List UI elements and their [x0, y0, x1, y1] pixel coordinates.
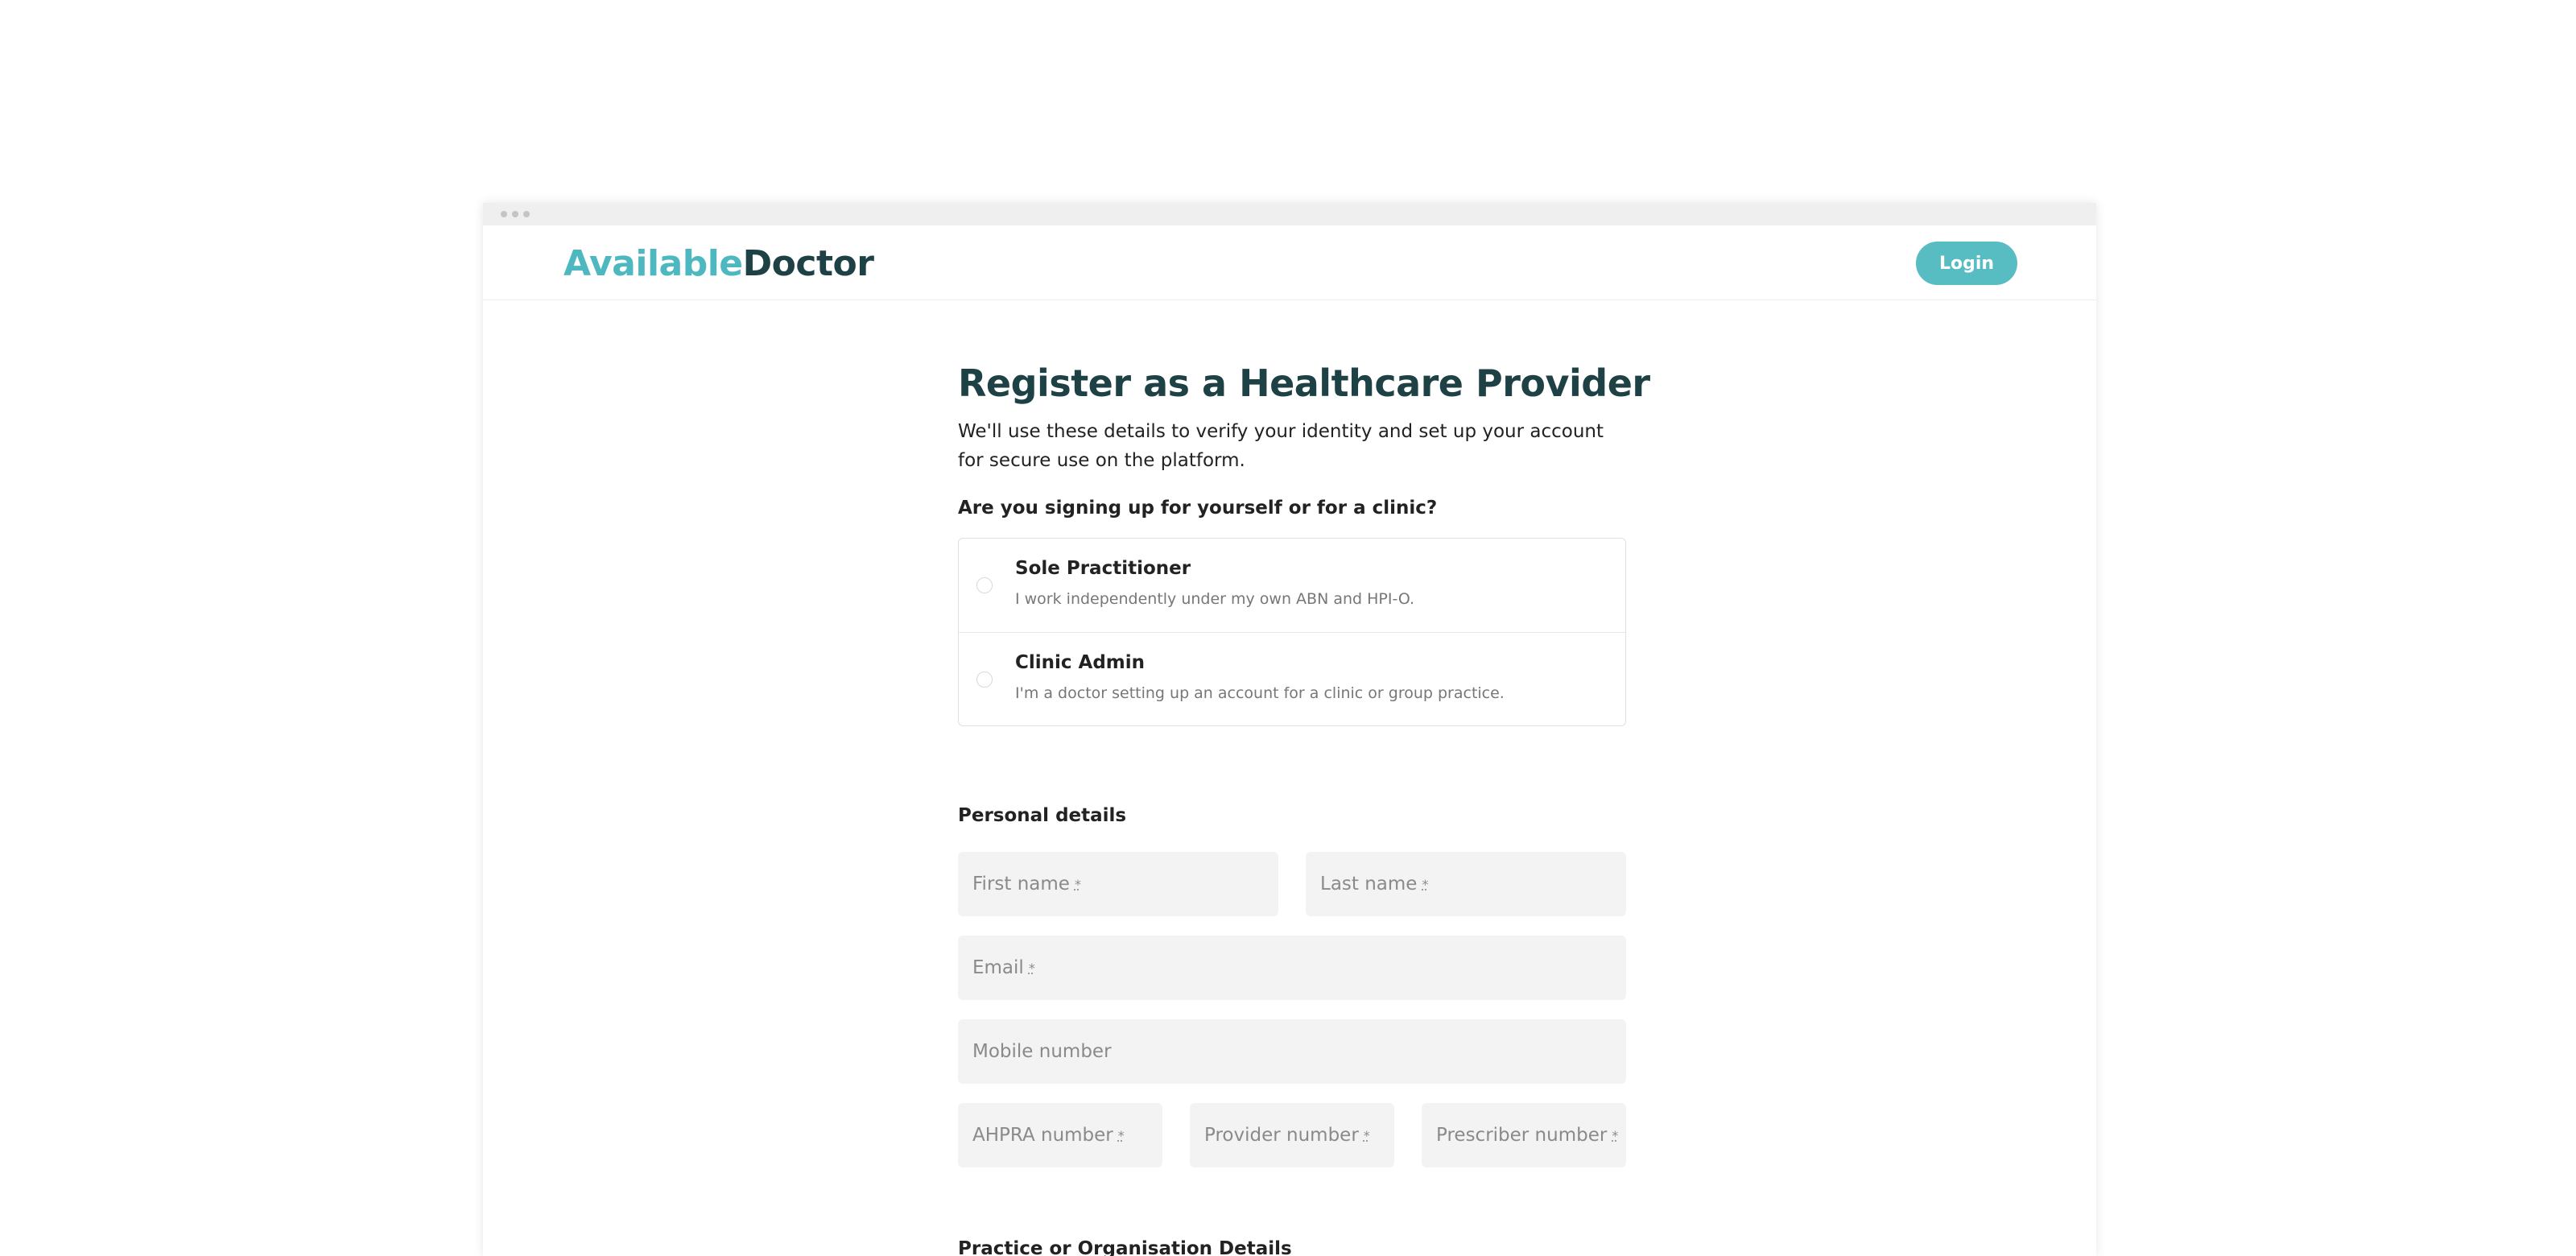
- mobile-number-input[interactable]: Mobile number: [958, 1019, 1626, 1084]
- window-dot: [523, 211, 530, 217]
- logo-part-doctor: Doctor: [742, 243, 874, 284]
- ahpra-number-placeholder: AHPRA number: [972, 1125, 1113, 1146]
- page-subtitle: We'll use these details to verify your i…: [958, 421, 1604, 471]
- required-mark: *: [1612, 1127, 1619, 1143]
- radio-option-title: Clinic Admin: [1015, 652, 1146, 673]
- mobile-number-placeholder: Mobile number: [972, 1041, 1112, 1062]
- radio-option-clinic-admin[interactable]: Clinic Admin I'm a doctor setting up an …: [959, 632, 1625, 725]
- window-dot: [501, 211, 507, 217]
- required-mark: *: [1028, 960, 1035, 976]
- required-mark: *: [1074, 876, 1081, 892]
- logo[interactable]: AvailableDoctor: [564, 243, 874, 284]
- personal-details-heading: Personal details: [958, 805, 1127, 826]
- window-dot: [512, 211, 518, 217]
- provider-number-placeholder: Provider number: [1204, 1125, 1359, 1146]
- provider-number-input[interactable]: Provider number *: [1190, 1103, 1394, 1167]
- radio-option-title: Sole Practitioner: [1015, 558, 1191, 579]
- practice-details-heading: Practice or Organisation Details: [958, 1238, 1292, 1256]
- browser-chrome: [483, 203, 2096, 225]
- account-type-question: Are you signing up for yourself or for a…: [958, 498, 1438, 519]
- required-mark: *: [1363, 1127, 1370, 1143]
- email-placeholder: Email: [972, 957, 1024, 978]
- prescriber-number-input[interactable]: Prescriber number *: [1422, 1103, 1626, 1167]
- radio-option-sole-practitioner[interactable]: Sole Practitioner I work independently u…: [959, 539, 1625, 632]
- login-button[interactable]: Login: [1916, 242, 2017, 285]
- email-input[interactable]: Email *: [958, 936, 1626, 1000]
- ahpra-number-input[interactable]: AHPRA number *: [958, 1103, 1162, 1167]
- first-name-input[interactable]: First name *: [958, 852, 1278, 916]
- page-title: Register as a Healthcare Provider: [958, 362, 1650, 405]
- radio-option-description: I work independently under my own ABN an…: [1015, 590, 1415, 608]
- account-type-radio-group: Sole Practitioner I work independently u…: [958, 538, 1626, 726]
- first-name-placeholder: First name: [972, 874, 1070, 894]
- required-mark: *: [1422, 876, 1429, 892]
- radio-button[interactable]: [976, 671, 993, 688]
- browser-window: AvailableDoctor Login Register as a Heal…: [483, 203, 2096, 1256]
- radio-button[interactable]: [976, 577, 993, 593]
- radio-option-description: I'm a doctor setting up an account for a…: [1015, 684, 1505, 702]
- prescriber-number-placeholder: Prescriber number: [1436, 1125, 1608, 1146]
- logo-part-available: Available: [564, 243, 743, 284]
- required-mark: *: [1117, 1127, 1125, 1143]
- last-name-placeholder: Last name: [1320, 874, 1418, 894]
- last-name-input[interactable]: Last name *: [1306, 852, 1626, 916]
- site-header: AvailableDoctor Login: [483, 225, 2096, 300]
